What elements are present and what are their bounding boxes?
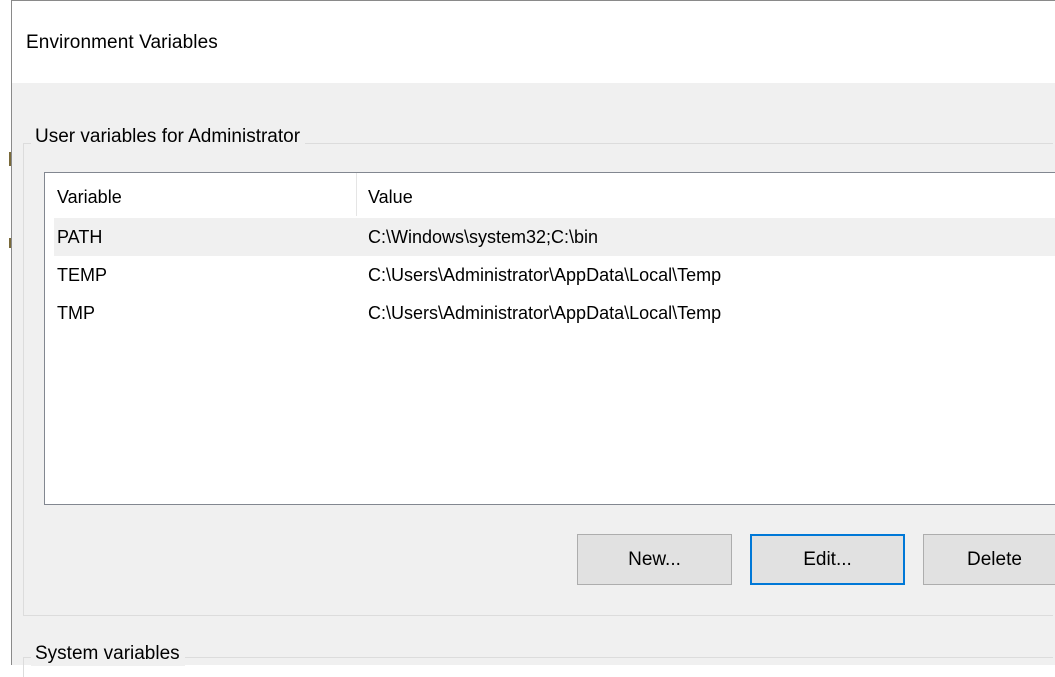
user-variables-list[interactable]: Variable Value PATH C:\Windows\system32;… [44, 172, 1055, 505]
list-header: Variable Value [45, 173, 1055, 216]
cell-variable-value: C:\Users\Administrator\AppData\Local\Tem… [368, 265, 722, 285]
window-title: Environment Variables [26, 32, 218, 53]
table-row-tmp[interactable]: TMP C:\Users\Administrator\AppData\Local… [54, 294, 1055, 332]
column-header-value[interactable]: Value [368, 187, 413, 208]
table-row-temp[interactable]: TEMP C:\Users\Administrator\AppData\Loca… [54, 256, 1055, 294]
column-header-variable[interactable]: Variable [57, 187, 122, 208]
title-bar[interactable]: Environment Variables [12, 1, 1055, 83]
desktop-background [0, 0, 11, 665]
system-variables-legend: System variables [31, 642, 185, 666]
delete-button[interactable]: Delete [923, 534, 1055, 585]
cell-variable-name: PATH [57, 227, 103, 247]
edit-button[interactable]: Edit... [750, 534, 905, 585]
cell-variable-value: C:\Users\Administrator\AppData\Local\Tem… [368, 303, 722, 323]
column-divider[interactable] [356, 173, 357, 216]
cell-variable-name: TMP [57, 303, 95, 323]
cell-variable-value: C:\Windows\system32;C:\bin [368, 227, 599, 247]
new-button[interactable]: New... [577, 534, 732, 585]
table-row-path[interactable]: PATH C:\Windows\system32;C:\bin [54, 218, 1055, 256]
user-variables-legend: User variables for Administrator [31, 125, 306, 149]
cell-variable-name: TEMP [57, 265, 108, 285]
